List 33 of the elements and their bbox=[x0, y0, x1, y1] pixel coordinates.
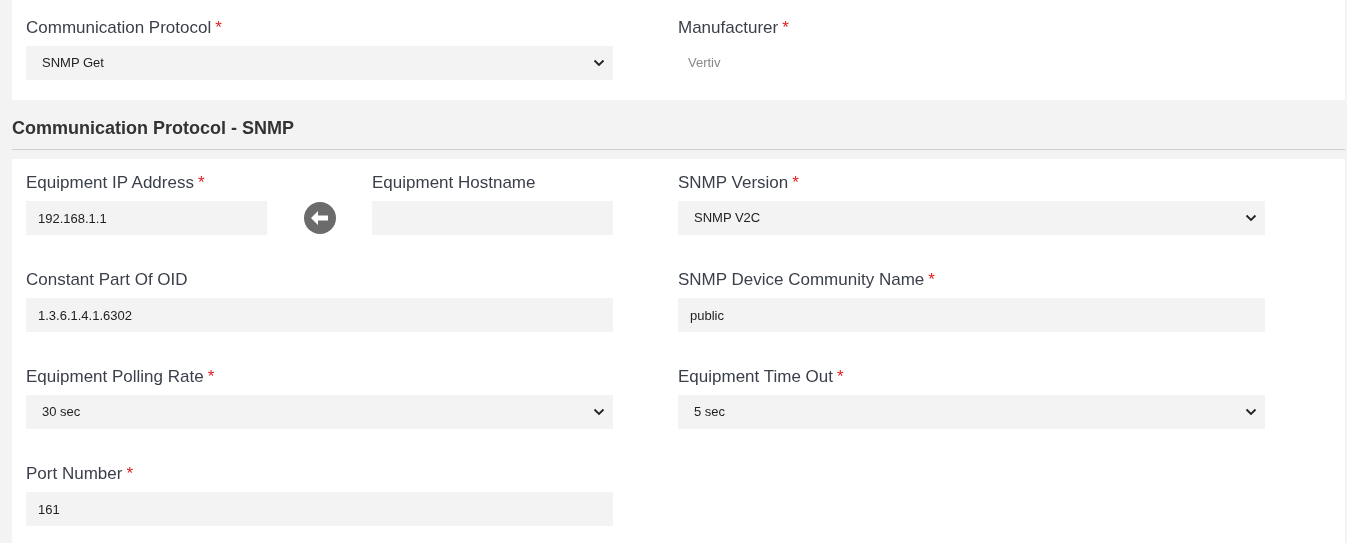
select-field[interactable]: 30 sec bbox=[26, 395, 613, 429]
field-label: Manufacturer bbox=[678, 18, 779, 38]
field-label: Communication Protocol bbox=[26, 18, 212, 38]
section-heading: Communication Protocol - SNMP bbox=[12, 117, 294, 140]
field-value: Vertiv bbox=[688, 54, 721, 73]
required-mark: * bbox=[792, 173, 799, 193]
field-label: Equipment Polling Rate bbox=[26, 367, 204, 387]
required-mark: * bbox=[836, 367, 844, 387]
input-field[interactable]: public bbox=[678, 298, 1265, 332]
field-label: SNMP Version bbox=[678, 173, 789, 193]
required-mark: * bbox=[126, 464, 133, 484]
input-field[interactable]: 1.3.6.1.4.1.6302 bbox=[26, 298, 613, 332]
chevron-down-icon bbox=[593, 59, 605, 67]
input-field[interactable]: 192.168.1.1 bbox=[26, 201, 267, 235]
field-label: Equipment Time Out bbox=[678, 367, 833, 387]
chevron-down-icon bbox=[1245, 408, 1257, 416]
field-label: Equipment Hostname bbox=[372, 173, 536, 193]
field-label: Equipment IP Address bbox=[26, 173, 194, 193]
chevron-down-icon bbox=[593, 408, 605, 416]
required-mark: * bbox=[928, 270, 935, 290]
select-field[interactable]: SNMP Get bbox=[26, 46, 613, 80]
required-mark: * bbox=[782, 18, 789, 38]
field-label: Port Number bbox=[26, 464, 123, 484]
select-field[interactable]: SNMP V2C bbox=[678, 201, 1265, 235]
arrow-left-icon[interactable] bbox=[303, 202, 336, 234]
select-field[interactable]: 5 sec bbox=[678, 395, 1265, 429]
required-mark: * bbox=[215, 18, 222, 38]
input-field[interactable]: 161 bbox=[26, 492, 613, 526]
field-label: SNMP Device Community Name bbox=[678, 270, 925, 290]
chevron-down-icon bbox=[1245, 214, 1257, 222]
required-mark: * bbox=[197, 173, 205, 193]
required-mark: * bbox=[207, 367, 215, 387]
field-label: Constant Part Of OID bbox=[26, 270, 188, 290]
